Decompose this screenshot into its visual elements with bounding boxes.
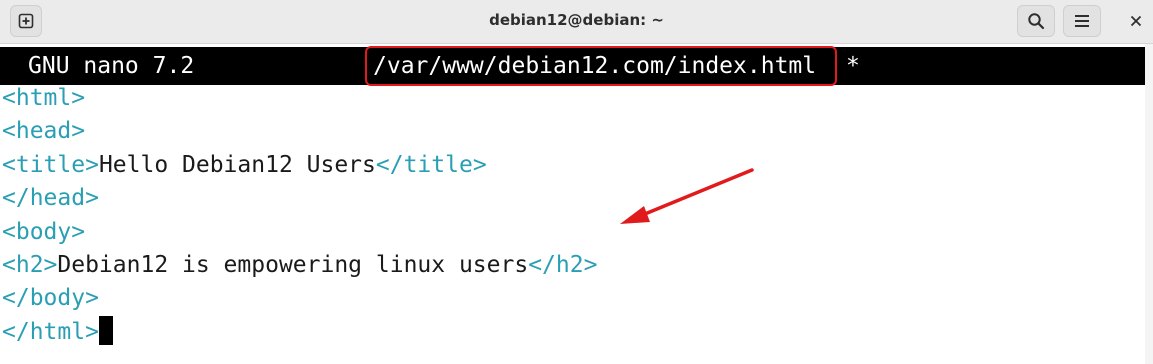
code-line: <head>: [2, 118, 86, 145]
nano-modified-indicator: *: [846, 53, 860, 79]
code-editor[interactable]: <html> <head> <title>Hello Debian12 User…: [0, 82, 597, 349]
code-line: </head>: [2, 185, 99, 212]
header-bar: debian12@debian: ~: [0, 0, 1153, 44]
close-icon: [1130, 15, 1142, 27]
hamburger-menu-icon: [1075, 15, 1089, 27]
text-cursor: [98, 315, 113, 345]
window-title: debian12@debian: ~: [489, 11, 664, 29]
code-line: <title>Hello Debian12 Users</title>: [2, 151, 487, 178]
scrollbar[interactable]: [1145, 44, 1153, 364]
terminal-window: debian12@debian: ~ GNU nano 7.2 /var/www…: [0, 0, 1153, 364]
code-line: </body>: [2, 285, 99, 312]
close-button[interactable]: [1120, 5, 1152, 37]
new-tab-button[interactable]: [10, 5, 42, 37]
code-line: </html>: [0, 315, 597, 349]
nano-version: GNU nano 7.2: [28, 53, 195, 79]
filename-highlight-annotation: [365, 46, 837, 86]
menu-button[interactable]: [1063, 5, 1101, 37]
code-line: <html>: [2, 85, 86, 111]
code-line: <body>: [2, 218, 86, 245]
terminal-content[interactable]: GNU nano 7.2 /var/www/debian12.com/index…: [0, 44, 1153, 364]
search-button[interactable]: [1017, 5, 1055, 37]
new-tab-icon: [18, 13, 34, 29]
code-line: <h2>Debian12 is empowering linux users</…: [2, 251, 598, 278]
red-arrow-annotation: [620, 168, 754, 224]
search-icon: [1028, 13, 1045, 30]
